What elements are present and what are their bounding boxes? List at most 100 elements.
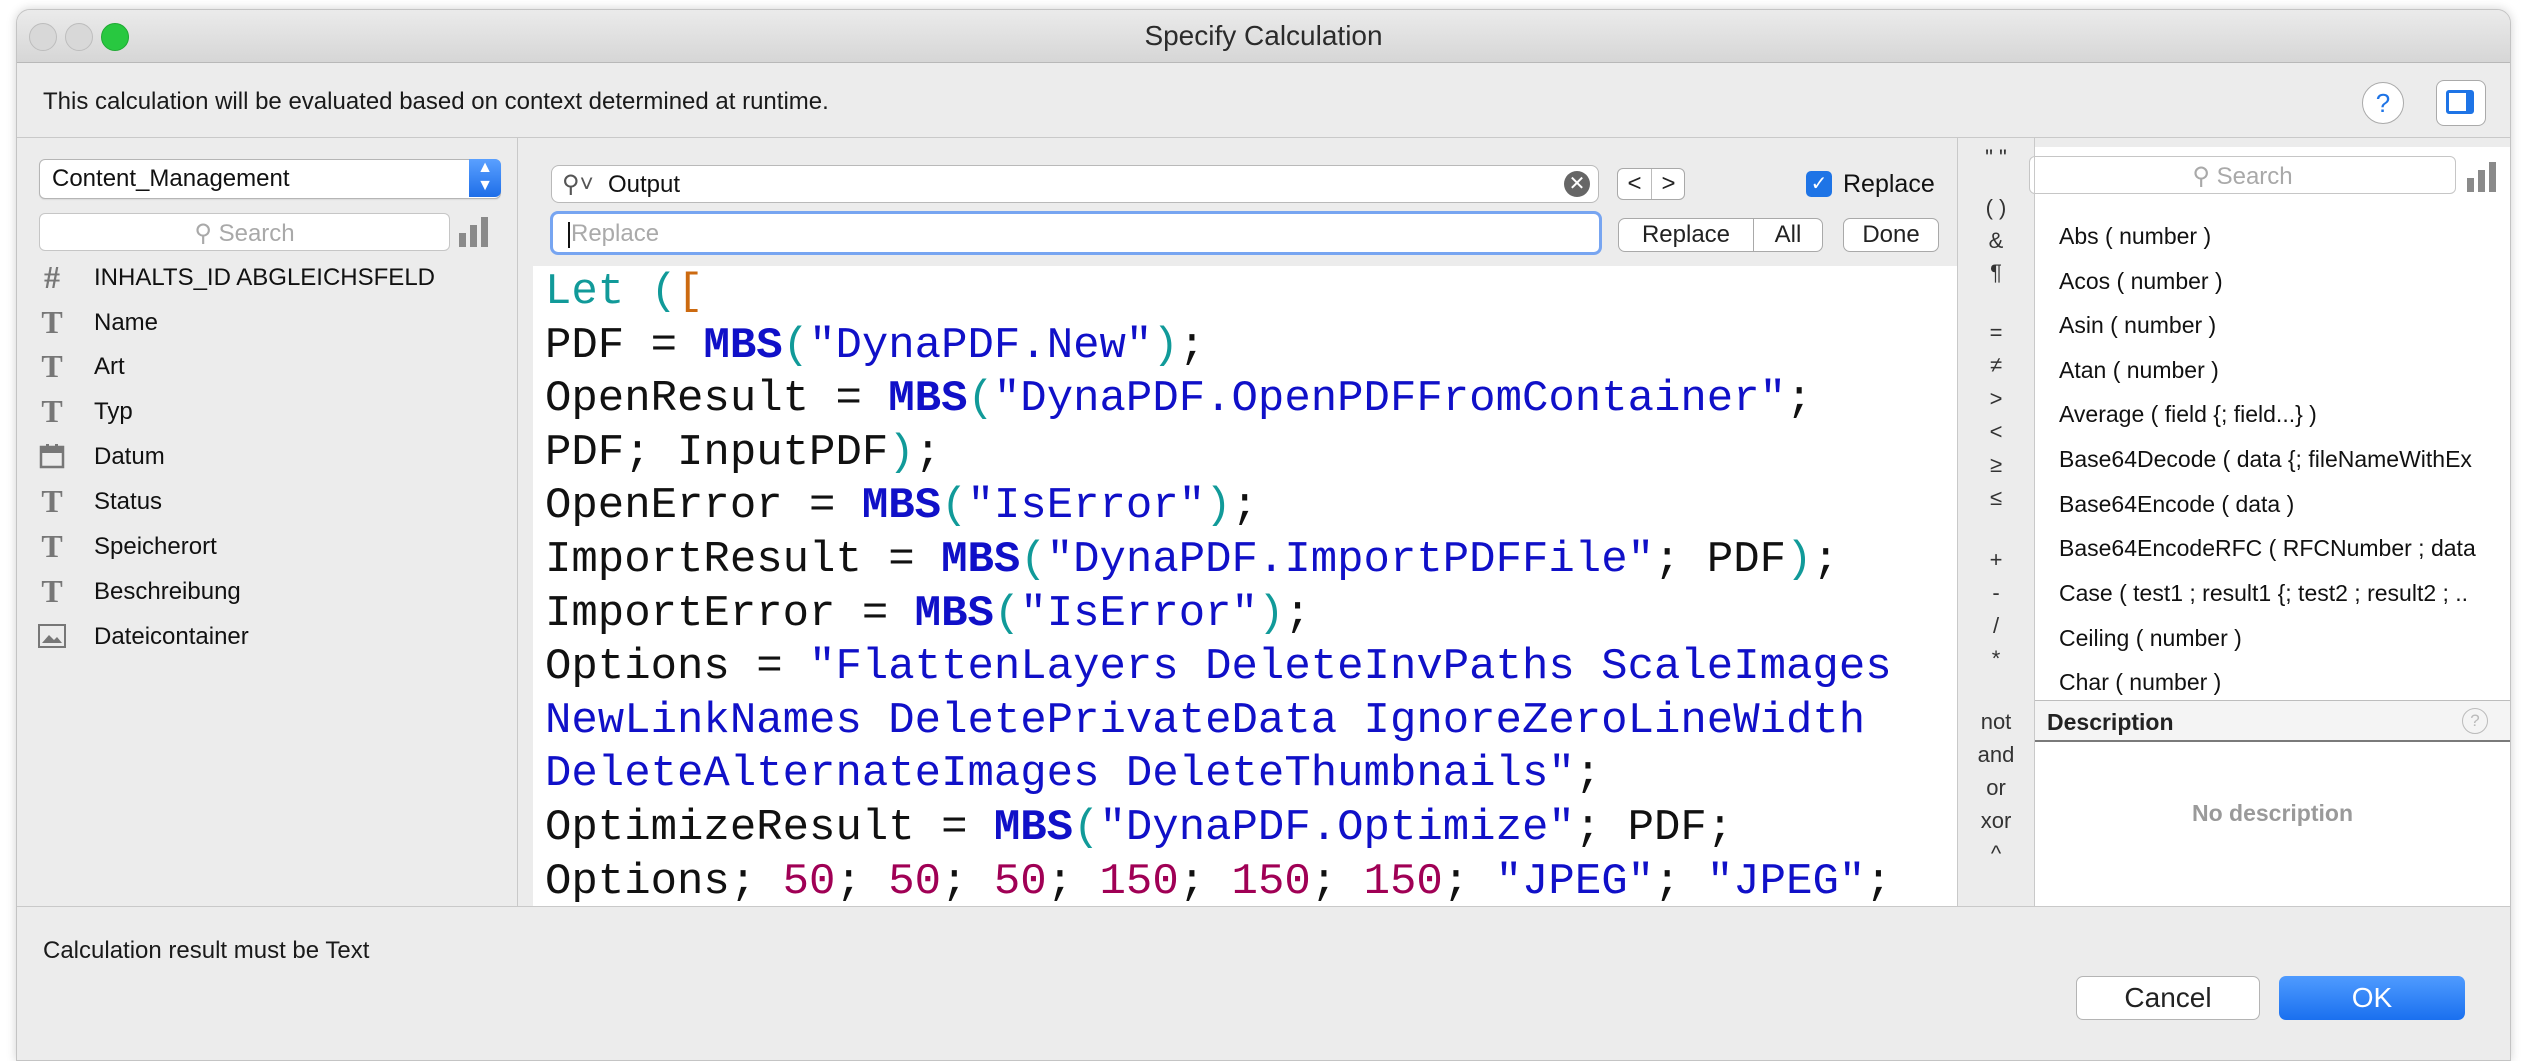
code-token: 50 bbox=[993, 856, 1047, 906]
divider bbox=[17, 137, 2510, 138]
code-token: "IsError" bbox=[967, 481, 1206, 532]
text-field-icon: T bbox=[41, 573, 63, 609]
code-token: Options = bbox=[545, 642, 810, 693]
operator-parentheses[interactable]: ( ) bbox=[1958, 195, 2034, 221]
replace-placeholder: Replace bbox=[571, 220, 660, 247]
replace-button[interactable]: Replace bbox=[1618, 218, 1754, 252]
function-item[interactable]: Base64Encode ( data ) bbox=[2059, 491, 2294, 518]
description-header: Description ? bbox=[2035, 700, 2510, 742]
function-item[interactable]: Average ( field {; field...} ) bbox=[2059, 401, 2317, 428]
operator-equals[interactable]: = bbox=[1958, 320, 2034, 346]
operator-greater[interactable]: > bbox=[1958, 386, 2034, 412]
operator-minus[interactable]: - bbox=[1958, 580, 2034, 606]
code-token: "DynaPDF.New" bbox=[809, 320, 1153, 371]
functions-panel: Abs ( number ) Acos ( number ) Asin ( nu… bbox=[2035, 147, 2510, 906]
function-item[interactable]: Asin ( number ) bbox=[2059, 312, 2216, 339]
code-token: Options; bbox=[545, 856, 783, 906]
container-field-icon bbox=[37, 617, 67, 655]
field-search-input[interactable]: ⚲ Search bbox=[39, 213, 450, 251]
code-token: "FlattenLayers DeleteInvPaths ScaleImage… bbox=[809, 642, 1892, 693]
done-button[interactable]: Done bbox=[1843, 218, 1939, 252]
divider bbox=[517, 138, 518, 906]
replace-checkbox-label: Replace bbox=[1843, 170, 1935, 198]
operator-power[interactable]: ^ bbox=[1958, 841, 2034, 867]
window-title: Specify Calculation bbox=[1144, 20, 1383, 51]
code-token: MBS bbox=[993, 802, 1074, 853]
function-search-placeholder: ⚲ Search bbox=[2192, 163, 2293, 190]
code-token: MBS bbox=[888, 374, 968, 425]
chevron-updown-icon: ▲ ▼ bbox=[469, 159, 501, 197]
toggle-panel-button[interactable] bbox=[2436, 80, 2486, 126]
function-item[interactable]: Base64EncodeRFC ( RFCNumber ; data bbox=[2059, 535, 2476, 562]
text-caret bbox=[568, 222, 570, 248]
operator-greater-equal[interactable]: ≥ bbox=[1958, 452, 2034, 478]
search-icon: ⚲ bbox=[194, 220, 219, 247]
function-search-input[interactable]: ⚲ Search bbox=[2029, 156, 2456, 194]
code-bracket: [ bbox=[677, 267, 704, 317]
function-item[interactable]: Case ( test1 ; result1 {; test2 ; result… bbox=[2059, 580, 2468, 607]
replace-all-button[interactable]: All bbox=[1753, 218, 1823, 252]
sort-bars-icon[interactable] bbox=[2467, 160, 2501, 192]
divider bbox=[17, 906, 2510, 907]
help-icon[interactable]: ? bbox=[2462, 708, 2488, 734]
ok-button[interactable]: OK bbox=[2279, 976, 2465, 1020]
code-token: ; bbox=[914, 427, 942, 478]
calendar-icon bbox=[37, 437, 67, 475]
code-token: ImportResult = bbox=[545, 534, 942, 585]
find-query: Output bbox=[608, 171, 681, 198]
replace-checkbox[interactable]: ✓ bbox=[1806, 171, 1832, 197]
replace-input[interactable]: Replace bbox=[550, 211, 1602, 255]
search-icon: ⚲ bbox=[2192, 163, 2217, 190]
function-item[interactable]: Ceiling ( number ) bbox=[2059, 625, 2242, 652]
text-field-icon: T bbox=[41, 393, 63, 429]
operator-multiply[interactable]: * bbox=[1958, 646, 2034, 672]
code-token: MBS bbox=[914, 588, 994, 639]
operator-and[interactable]: and bbox=[1958, 742, 2034, 768]
description-text: No description bbox=[2191, 800, 2353, 826]
operator-not[interactable]: not bbox=[1958, 709, 2034, 735]
operator-or[interactable]: or bbox=[1958, 775, 2034, 801]
text-field-icon: T bbox=[41, 483, 63, 519]
code-token: "JPEG" bbox=[1495, 856, 1655, 906]
code-token: "DynaPDF.Optimize" bbox=[1099, 802, 1575, 853]
code-token: "DynaPDF.ImportPDFFile" bbox=[1046, 534, 1655, 585]
code-paren: ( bbox=[650, 267, 678, 317]
code-token: ImportError = bbox=[545, 588, 915, 639]
operator-divide[interactable]: / bbox=[1958, 613, 2034, 639]
find-next-button[interactable]: > bbox=[1652, 169, 1685, 199]
find-input[interactable]: ⚲˅ Output ✕ bbox=[551, 165, 1599, 203]
operator-ampersand[interactable]: & bbox=[1958, 228, 2034, 254]
sort-bars-icon[interactable] bbox=[459, 215, 493, 247]
function-item[interactable]: Atan ( number ) bbox=[2059, 357, 2219, 384]
code-token: MBS bbox=[703, 320, 783, 371]
result-type-label: Calculation result must be Text bbox=[43, 937, 370, 964]
code-token: 150 bbox=[1231, 856, 1311, 906]
find-previous-button[interactable]: < bbox=[1618, 169, 1652, 199]
clear-search-icon[interactable]: ✕ bbox=[1564, 171, 1590, 197]
help-button[interactable]: ? bbox=[2362, 82, 2404, 124]
description-title: Description bbox=[2047, 709, 2174, 735]
context-hint: This calculation will be evaluated based… bbox=[43, 88, 829, 115]
function-item[interactable]: Abs ( number ) bbox=[2059, 223, 2211, 250]
operator-less[interactable]: < bbox=[1958, 419, 2034, 445]
code-token: OptimizeResult = bbox=[545, 802, 994, 853]
table-selector[interactable]: Content_Management ▲ ▼ bbox=[39, 159, 501, 199]
search-menu-icon[interactable]: ⚲˅ bbox=[562, 170, 594, 199]
function-item[interactable]: Acos ( number ) bbox=[2059, 268, 2223, 295]
calculation-code: Let ([ PDF = MBS("DynaPDF.New"); OpenRes… bbox=[545, 267, 1892, 906]
cancel-button[interactable]: Cancel bbox=[2076, 976, 2260, 1020]
code-token: OpenError = bbox=[545, 481, 862, 532]
function-item[interactable]: Char ( number ) bbox=[2059, 669, 2221, 696]
code-token: "IsError" bbox=[1020, 588, 1258, 639]
operator-quotes[interactable]: " " bbox=[1958, 145, 2034, 171]
operator-xor[interactable]: xor bbox=[1958, 808, 2034, 834]
function-item[interactable]: Base64Decode ( data {; fileNameWithEx bbox=[2059, 446, 2472, 473]
operator-not-equal[interactable]: ≠ bbox=[1958, 352, 2034, 378]
calculation-editor[interactable]: Let ([ PDF = MBS("DynaPDF.New"); OpenRes… bbox=[533, 266, 1958, 906]
operator-pilcrow[interactable]: ¶ bbox=[1958, 260, 2034, 286]
operator-plus[interactable]: + bbox=[1958, 547, 2034, 573]
code-token: MBS bbox=[861, 481, 942, 532]
code-token: PDF = bbox=[545, 320, 704, 371]
code-token: "JPEG" bbox=[1706, 856, 1866, 906]
operator-less-equal[interactable]: ≤ bbox=[1958, 485, 2034, 511]
